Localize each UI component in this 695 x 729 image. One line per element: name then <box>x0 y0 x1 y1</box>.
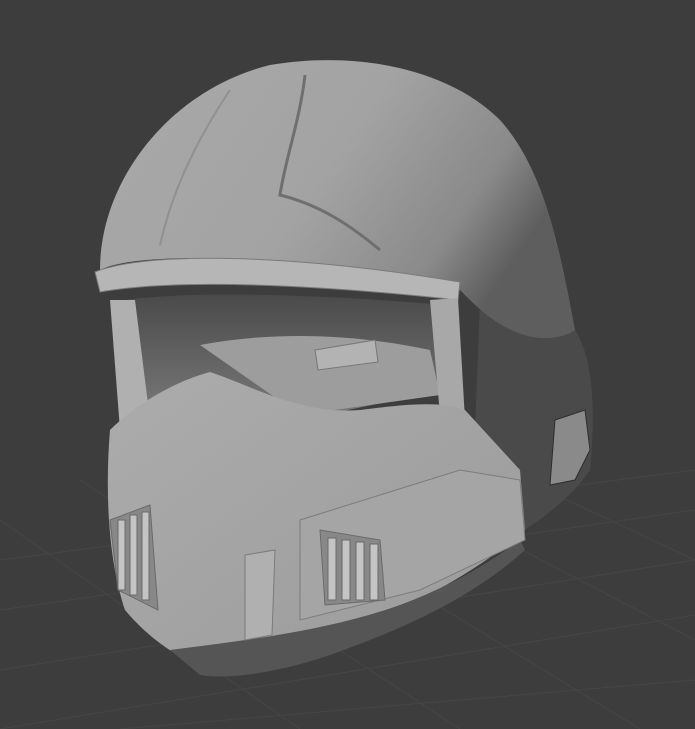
mask-center-panel <box>244 549 276 641</box>
helmet-model[interactable] <box>94 60 593 677</box>
visor-right-frame <box>430 298 465 420</box>
right-vent-grille <box>319 529 386 606</box>
3d-viewport[interactable] <box>0 0 695 729</box>
left-vent-grille <box>109 504 159 611</box>
